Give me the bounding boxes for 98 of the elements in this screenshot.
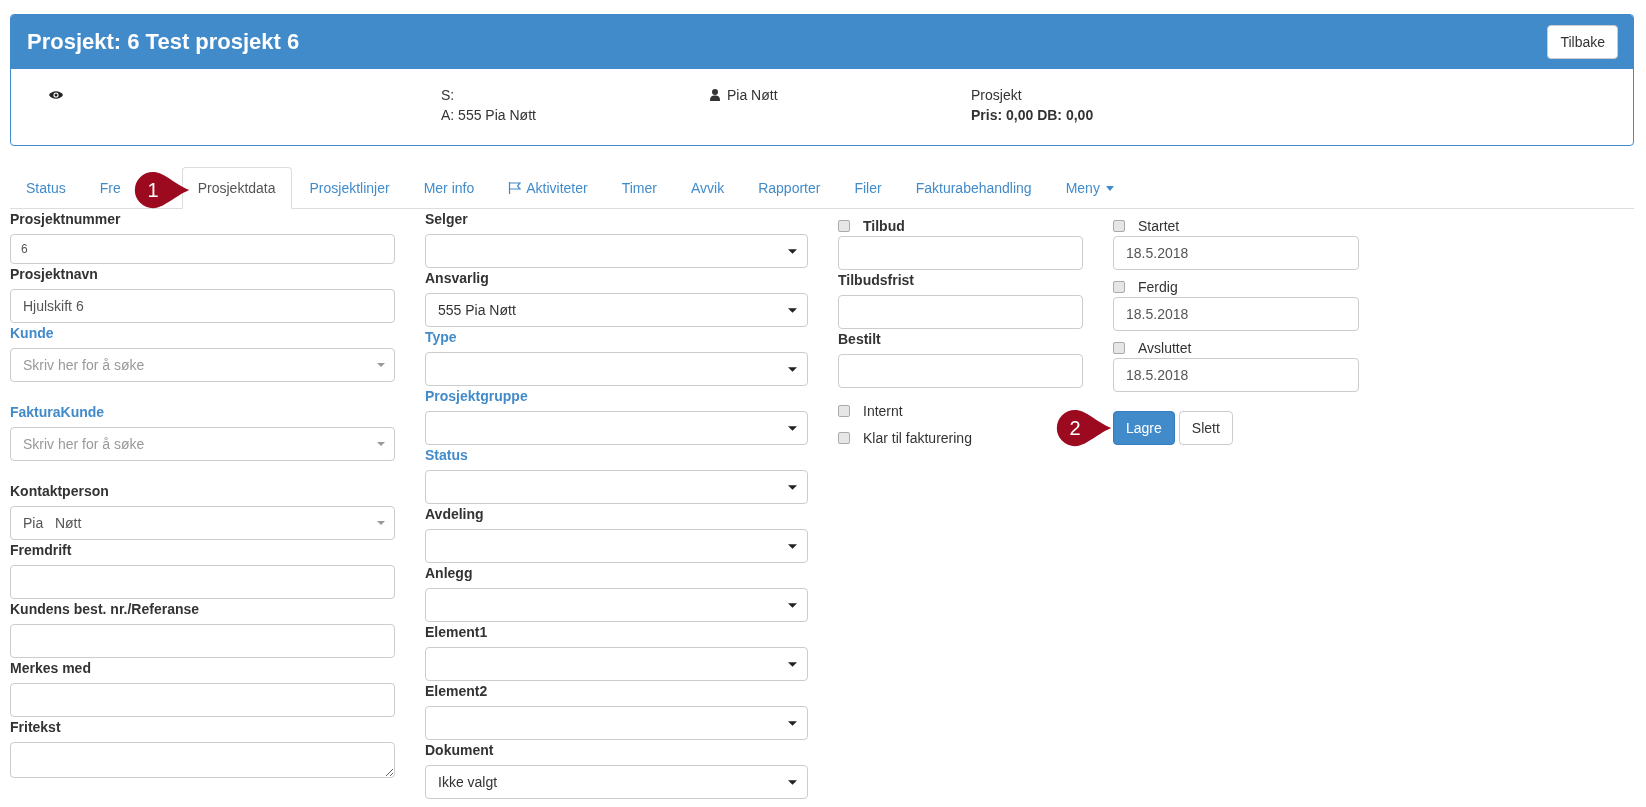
tab[interactable]: Rapporter	[742, 167, 837, 209]
dropdown-field[interactable]	[425, 352, 808, 386]
checkbox[interactable]	[1113, 220, 1125, 232]
checkbox[interactable]	[838, 405, 850, 417]
tab[interactable]: Filer	[838, 167, 898, 209]
field-label: Prosjektnavn	[10, 265, 99, 284]
dropdown-field[interactable]	[425, 529, 808, 563]
dropdown-field[interactable]	[425, 647, 808, 681]
tab[interactable]: Aktiviteter	[492, 167, 604, 209]
text-field[interactable]: Hjulskift 6	[10, 289, 395, 323]
flag-icon	[508, 182, 523, 194]
dropdown-field[interactable]: Ikke valgt	[425, 765, 808, 799]
save-button[interactable]: Lagre	[1113, 411, 1175, 445]
field-label-link[interactable]: Prosjektgruppe	[425, 386, 808, 406]
date-field[interactable]: 18.5.2018	[1113, 358, 1359, 392]
callout-marker: 2	[1055, 408, 1113, 448]
caret-icon	[788, 720, 797, 726]
checkbox-label: Ferdig	[1138, 279, 1178, 295]
field-label: Kontaktperson	[10, 482, 110, 501]
search-field[interactable]: Pia Nøtt	[10, 506, 395, 540]
text-field[interactable]	[10, 624, 395, 658]
caret-icon	[788, 602, 797, 608]
field-label: Avdeling	[425, 505, 485, 524]
checkbox[interactable]	[1113, 281, 1125, 293]
caret-icon	[377, 363, 385, 367]
caret-icon	[788, 366, 797, 372]
checkbox[interactable]	[1113, 342, 1125, 354]
search-field[interactable]: Skriv her for å søke	[10, 348, 395, 382]
summary-text: A: 555 Pia Nøtt	[441, 106, 537, 125]
field-label: Dokument	[425, 741, 495, 760]
summary-text: Prosjekt	[971, 86, 1023, 105]
dropdown-field[interactable]	[425, 234, 808, 268]
field-label: Bestilt	[838, 330, 882, 349]
caret-icon	[788, 307, 797, 313]
field-label: Fremdrift	[10, 541, 73, 560]
tab[interactable]: Mer info	[407, 167, 491, 209]
date-field[interactable]	[838, 236, 1083, 270]
text-field[interactable]	[838, 295, 1083, 329]
person-name: Pia Nøtt	[727, 86, 778, 105]
tab[interactable]: Fakturabehandling	[899, 167, 1048, 209]
tab[interactable]: Avvik	[675, 167, 741, 209]
dropdown-field[interactable]: 555 Pia Nøtt	[425, 293, 808, 327]
project-title: Prosjekt: 6 Test prosjekt 6	[27, 29, 300, 55]
field-label: Selger	[425, 210, 469, 229]
field-label: Element1	[425, 623, 489, 642]
field-label: Fritekst	[10, 718, 62, 737]
field-label: Kundens best. nr./Referanse	[10, 600, 201, 619]
dropdown-field[interactable]	[425, 588, 808, 622]
checkbox-label: Tilbud	[863, 218, 905, 234]
field-label: Merkes med	[10, 659, 92, 678]
caret-icon	[788, 484, 797, 490]
text-field[interactable]	[10, 565, 395, 599]
checkbox-label: Avsluttet	[1138, 340, 1192, 356]
back-button[interactable]: Tilbake	[1547, 25, 1618, 59]
text-field[interactable]	[10, 683, 395, 717]
field-label: Tilbudsfrist	[838, 271, 915, 290]
summary-text: S:	[441, 86, 456, 105]
text-field[interactable]	[838, 354, 1083, 388]
field-label: Ansvarlig	[425, 269, 490, 288]
checkbox-label: Internt	[863, 403, 903, 419]
field-label: Element2	[425, 682, 489, 701]
text-area[interactable]	[10, 742, 395, 778]
checkbox[interactable]	[838, 220, 850, 232]
caret-icon	[788, 248, 797, 254]
field-label-link[interactable]: Type	[425, 327, 808, 347]
price-summary: Pris: 0,00 DB: 0,00	[971, 106, 1095, 125]
tab[interactable]: Meny	[1049, 167, 1130, 209]
tab[interactable]: Fre	[83, 167, 124, 209]
tab[interactable]: Prosjektdata	[181, 167, 292, 209]
caret-icon	[788, 425, 797, 431]
delete-button[interactable]: Slett	[1178, 411, 1233, 445]
caret-icon	[377, 442, 385, 446]
person-icon	[710, 89, 720, 101]
caret-icon	[788, 779, 797, 785]
field-label-link[interactable]: FakturaKunde	[10, 402, 395, 422]
caret-icon	[377, 521, 385, 525]
field-label-link[interactable]: Status	[425, 445, 808, 465]
date-field[interactable]: 18.5.2018	[1113, 236, 1359, 270]
dropdown-field[interactable]	[425, 411, 808, 445]
search-field[interactable]: Skriv her for å søke	[10, 427, 395, 461]
field-label-link[interactable]: Kunde	[10, 323, 395, 343]
checkbox[interactable]	[838, 432, 850, 444]
dropdown-field[interactable]	[425, 470, 808, 504]
callout-marker: 1	[133, 170, 191, 210]
dropdown-field[interactable]	[425, 706, 808, 740]
caret-icon	[788, 661, 797, 667]
eye-icon	[49, 90, 63, 100]
tab[interactable]: Status	[10, 167, 82, 209]
field-label: Anlegg	[425, 564, 474, 583]
tab[interactable]: Timer	[605, 167, 673, 209]
checkbox-label: Startet	[1138, 218, 1180, 234]
checkbox-label: Klar til fakturering	[863, 430, 972, 446]
caret-icon	[1105, 185, 1114, 191]
caret-icon	[788, 543, 797, 549]
tab[interactable]: Prosjektlinjer	[293, 167, 406, 209]
text-field[interactable]: 6	[10, 234, 395, 264]
date-field[interactable]: 18.5.2018	[1113, 297, 1359, 331]
field-label: Prosjektnummer	[10, 210, 122, 229]
